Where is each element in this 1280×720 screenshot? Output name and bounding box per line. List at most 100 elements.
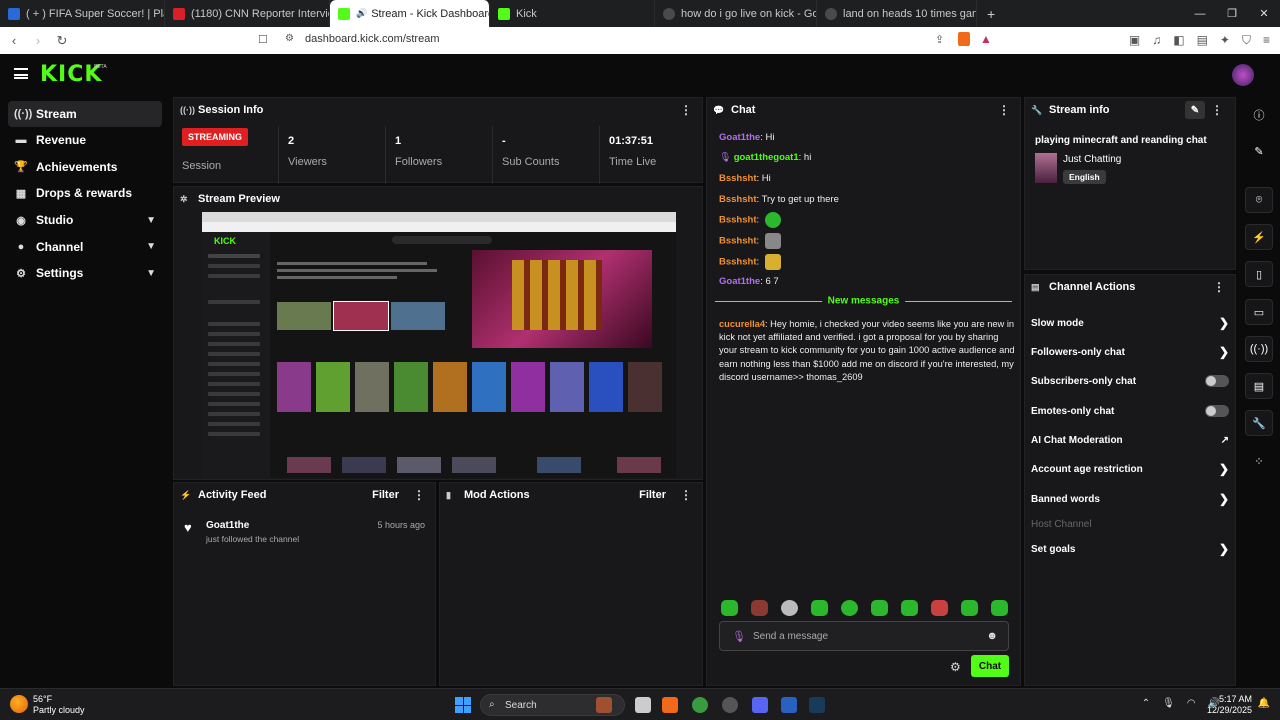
sidebar-item-drops[interactable]: ▦ Drops & rewards [0,180,170,207]
chat-username[interactable]: goat1thegoat1 [734,152,799,163]
tab-search-icon[interactable]: ▣ [1129,33,1140,48]
subscribers-only-toggle[interactable] [1205,375,1229,387]
sidebar-item-achievements[interactable]: 🏆 Achievements [0,154,170,181]
chat-username[interactable]: Bsshsht [719,257,756,268]
stream-preview-video[interactable]: KICK [202,212,676,478]
forward-icon[interactable]: › [28,33,48,48]
wifi-icon[interactable]: ◠ [1187,698,1196,709]
chat-username[interactable]: cucurella4 [719,319,765,329]
stream-category[interactable]: Just Chatting [1063,154,1121,165]
browser-tab[interactable]: ( + ) FIFA Super Soccer! | Play on Rob [0,0,165,27]
browser-tab[interactable]: land on heads 10 times gam - Google [817,0,977,27]
emote-icon[interactable] [961,600,978,616]
pencil-icon[interactable]: ✎ [1245,138,1273,164]
sidebar-item-settings[interactable]: ⚙ Settings ▼ [0,260,170,287]
sidebar-icon[interactable]: ◧ [1173,33,1184,48]
emoji-picker-icon[interactable]: ☻ [986,630,998,642]
chat-username[interactable]: Goat1the [719,132,760,143]
microphone-icon[interactable]: 🎙 [1162,698,1175,709]
emote-icon[interactable] [991,600,1008,616]
chat-username[interactable]: Bsshsht [719,194,756,205]
chevron-up-icon[interactable]: ⌃ [1142,698,1150,709]
discord-icon[interactable] [752,697,768,713]
emote-icon[interactable] [871,600,888,616]
sidebar-item-channel[interactable]: ● Channel ▼ [0,233,170,260]
more-options-icon[interactable]: ⋮ [998,103,1010,117]
app-icon[interactable] [781,697,797,713]
maximize-icon[interactable]: ❐ [1216,0,1248,27]
slow-mode-item[interactable]: Slow mode ❯ [1031,313,1229,333]
banned-words-item[interactable]: Banned words ❯ [1031,489,1229,509]
filter-button[interactable]: Filter [639,489,666,501]
account-age-restriction-item[interactable]: Account age restriction ❯ [1031,459,1229,479]
emote-icon[interactable] [721,600,738,616]
hamburger-menu-icon[interactable] [14,68,28,79]
emotes-only-toggle[interactable] [1205,405,1229,417]
wrench-icon[interactable]: 🔧 [1245,410,1273,436]
system-clock[interactable]: 5:17 AM 12/29/2025 [1207,694,1252,716]
emote-icon[interactable] [841,600,858,616]
edit-stream-info-button[interactable]: ✎ [1185,101,1205,119]
media-icon[interactable]: ♫ [1152,33,1161,48]
wallet-icon[interactable]: ▤ [1197,33,1208,48]
capture-icon[interactable]: ⌾ [1245,187,1273,213]
new-messages-divider[interactable]: New messages [715,295,1012,307]
app-icon[interactable] [722,697,738,713]
ai-chat-moderation-item[interactable]: AI Chat Moderation ↗ [1031,430,1229,450]
document-icon[interactable]: ▯ [1245,261,1273,287]
add-widget-icon[interactable]: ⁘ [1245,448,1273,474]
channel-icon[interactable]: ▤ [1245,373,1273,399]
activity-user[interactable]: Goat1the [206,520,249,531]
brave-shield-icon[interactable] [958,32,970,46]
steam-icon[interactable] [809,697,825,713]
microphone-icon[interactable]: 🎙 [732,630,746,643]
sidebar-item-studio[interactable]: ◉ Studio ▼ [0,207,170,234]
chat-username[interactable]: Bsshsht [719,173,756,184]
leo-icon[interactable]: ✦ [1220,33,1230,48]
emote-icon[interactable] [811,600,828,616]
more-options-icon[interactable]: ⋮ [1211,103,1223,117]
menu-icon[interactable]: ≡ [1263,33,1270,48]
reload-icon[interactable]: ↻ [52,33,72,49]
back-icon[interactable]: ‹ [4,33,24,48]
emote-icon[interactable] [781,600,798,616]
info-icon[interactable]: ⓘ [1245,102,1273,128]
lightning-icon[interactable]: ⚡ [1245,224,1273,250]
rewards-icon[interactable]: ▲ [980,32,992,46]
new-tab-button[interactable]: + [977,0,1005,27]
more-options-icon[interactable]: ⋮ [1213,280,1225,294]
followers-only-chat-item[interactable]: Followers-only chat ❯ [1031,342,1229,362]
notification-bell-icon[interactable]: 🔔 [1258,698,1270,709]
set-goals-item[interactable]: Set goals ❯ [1031,539,1229,559]
chat-message-input[interactable]: 🎙 Send a message ☻ [719,621,1009,651]
task-view-icon[interactable] [635,697,651,713]
share-icon[interactable]: ⇪ [935,33,944,46]
minimize-icon[interactable]: — [1184,0,1216,27]
more-options-icon[interactable]: ⋮ [680,488,692,502]
sidebar-item-stream[interactable]: ((·)) Stream [8,101,162,127]
site-info-icon[interactable]: ⚙ [285,33,294,44]
emote-icon[interactable] [931,600,948,616]
bookmark-icon[interactable]: ☐ [258,33,268,46]
browser-tab[interactable]: Kick [490,0,655,27]
browser-tab-active[interactable]: 🔊 Stream - Kick Dashboard ✕ [330,0,490,27]
chrome-icon[interactable] [692,697,708,713]
broadcast-icon[interactable]: ((·)) [1245,336,1273,362]
brave-icon[interactable] [662,697,678,713]
more-options-icon[interactable]: ⋮ [680,103,692,117]
weather-widget[interactable]: 56°F Partly cloudy [33,694,85,716]
user-avatar[interactable] [1232,64,1254,86]
windows-start-icon[interactable] [455,697,471,713]
chat-username[interactable]: Bsshsht [719,236,756,247]
emote-icon[interactable] [751,600,768,616]
chat-username[interactable]: Goat1the [719,276,760,287]
browser-tab[interactable]: (1180) CNN Reporter Interviews Cam [165,0,330,27]
close-window-icon[interactable]: ✕ [1248,0,1280,27]
chat-username[interactable]: Bsshsht [719,215,756,226]
send-chat-button[interactable]: Chat [971,655,1009,677]
url-input[interactable]: dashboard.kick.com/stream [305,33,440,45]
filter-button[interactable]: Filter [372,489,399,501]
more-options-icon[interactable]: ⋮ [413,488,425,502]
vpn-icon[interactable]: ⛉ [1242,33,1251,48]
sidebar-item-revenue[interactable]: ▬ Revenue [0,127,170,154]
